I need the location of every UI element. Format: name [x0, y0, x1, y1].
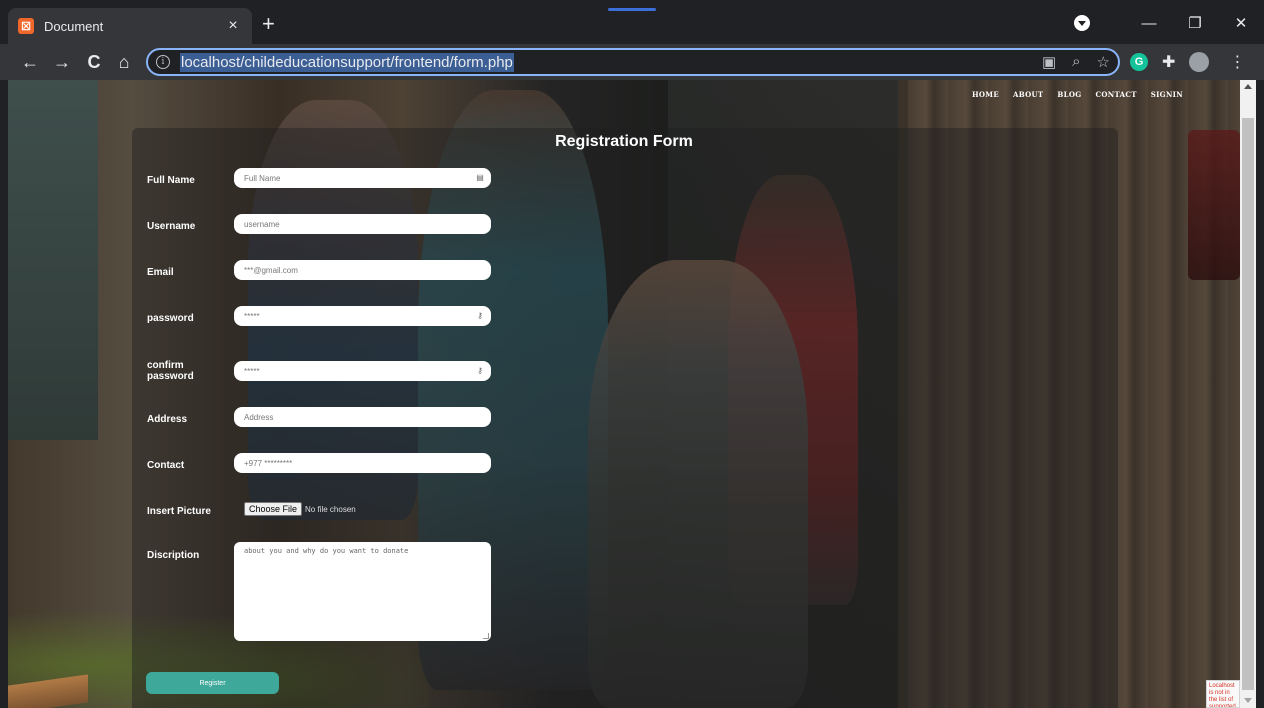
page-scrollbar[interactable]	[1240, 80, 1256, 708]
restore-button[interactable]: ❐	[1172, 14, 1218, 32]
contact-input[interactable]: +977 *********	[234, 453, 491, 473]
zoom-icon[interactable]: ⌕	[1072, 53, 1080, 71]
register-button[interactable]: Register	[146, 672, 279, 694]
new-tab-button[interactable]: +	[262, 12, 275, 36]
resize-handle[interactable]	[483, 633, 489, 639]
extensions-area: G ✚ ⋮	[1130, 52, 1245, 72]
contact-label: Contact	[147, 460, 185, 471]
confirm-password-input[interactable]: ***** ⚷	[234, 361, 491, 381]
address-label: Address	[147, 414, 188, 425]
browser-menu-icon[interactable]: ⋮	[1229, 52, 1245, 72]
browser-tab[interactable]: ☒ Document ×	[8, 8, 252, 44]
key-icon[interactable]: ⚷	[475, 311, 485, 321]
profile-avatar[interactable]	[1189, 52, 1210, 72]
extensions-puzzle-icon[interactable]: ✚	[1162, 52, 1175, 72]
confirm-password-label: confirm password	[147, 360, 194, 382]
forward-button[interactable]: →	[50, 50, 74, 74]
description-textarea[interactable]: about you and why do you want to donate	[234, 542, 491, 641]
full-name-label: Full Name	[147, 175, 195, 186]
scroll-up-icon[interactable]	[1244, 84, 1252, 89]
username-label: Username	[147, 221, 196, 232]
insert-picture-label: Insert Picture	[147, 506, 211, 517]
site-info-icon[interactable]: i	[156, 55, 170, 69]
nav-contact[interactable]: CONTACT	[1096, 90, 1137, 99]
picture-file-input[interactable]: Choose File No file chosen	[244, 502, 356, 516]
recaptcha-badge[interactable]: Localhost is not in the list of supporte…	[1206, 680, 1240, 708]
url-text[interactable]: localhost/childeducationsupport/frontend…	[180, 52, 514, 72]
qr-code-icon[interactable]: ▣	[1042, 53, 1056, 71]
key-icon[interactable]: ⚷	[475, 366, 485, 376]
username-input[interactable]: username	[234, 214, 491, 234]
confirm-password-placeholder: *****	[244, 366, 260, 376]
description-label: Discription	[147, 550, 200, 561]
nav-signin[interactable]: SIGNIN	[1151, 90, 1183, 99]
tab-close-icon[interactable]: ×	[224, 17, 242, 35]
address-placeholder: Address	[244, 412, 274, 422]
contact-placeholder: +977 *********	[244, 458, 293, 468]
background-bottles	[1188, 130, 1240, 280]
email-input[interactable]: ***@gmail.com	[234, 260, 491, 280]
window-edge	[1256, 80, 1264, 708]
back-button[interactable]: ←	[18, 50, 42, 74]
scroll-thumb[interactable]	[1242, 118, 1254, 690]
nav-home[interactable]: HOME	[972, 90, 999, 99]
scroll-down-icon[interactable]	[1244, 698, 1252, 703]
password-label: password	[147, 313, 194, 324]
description-placeholder: about you and why do you want to donate	[244, 547, 409, 555]
nav-blog[interactable]: BLOG	[1057, 90, 1081, 99]
star-icon[interactable]: ☆	[1097, 53, 1110, 71]
password-placeholder: *****	[244, 311, 260, 321]
grammarly-extension-icon[interactable]: G	[1130, 53, 1148, 71]
xampp-favicon-icon: ☒	[18, 18, 34, 34]
browser-titlebar: ☒ Document × + — ❐ ✕	[0, 0, 1264, 44]
home-button[interactable]: ⌂	[112, 50, 136, 74]
full-name-placeholder: Full Name	[244, 173, 281, 183]
tab-title: Document	[44, 18, 104, 34]
choose-file-button[interactable]: Choose File	[244, 502, 303, 516]
form-title: Registration Form	[555, 133, 693, 150]
address-bar[interactable]: i localhost/childeducationsupport/fronte…	[146, 48, 1120, 76]
username-placeholder: username	[244, 219, 280, 229]
site-nav: HOME ABOUT BLOG CONTACT SIGNIN	[972, 90, 1183, 99]
address-input[interactable]: Address	[234, 407, 491, 427]
email-placeholder: ***@gmail.com	[244, 265, 298, 275]
reload-button[interactable]: C	[82, 50, 106, 74]
browser-toolbar: ← → C ⌂ i localhost/childeducationsuppor…	[0, 44, 1264, 80]
email-label: Email	[147, 267, 174, 278]
tab-search-icon[interactable]	[1074, 15, 1090, 31]
tab-strip-accent	[608, 8, 656, 11]
minimize-button[interactable]: —	[1126, 15, 1172, 32]
password-input[interactable]: ***** ⚷	[234, 306, 491, 326]
file-status: No file chosen	[305, 504, 356, 514]
page-viewport: HOME ABOUT BLOG CONTACT SIGNIN Registrat…	[8, 80, 1240, 708]
close-window-button[interactable]: ✕	[1218, 14, 1264, 32]
autofill-icon[interactable]: ▤	[475, 173, 485, 183]
window-controls: — ❐ ✕	[1074, 8, 1264, 38]
nav-about[interactable]: ABOUT	[1013, 90, 1043, 99]
full-name-input[interactable]: Full Name ▤	[234, 168, 491, 188]
